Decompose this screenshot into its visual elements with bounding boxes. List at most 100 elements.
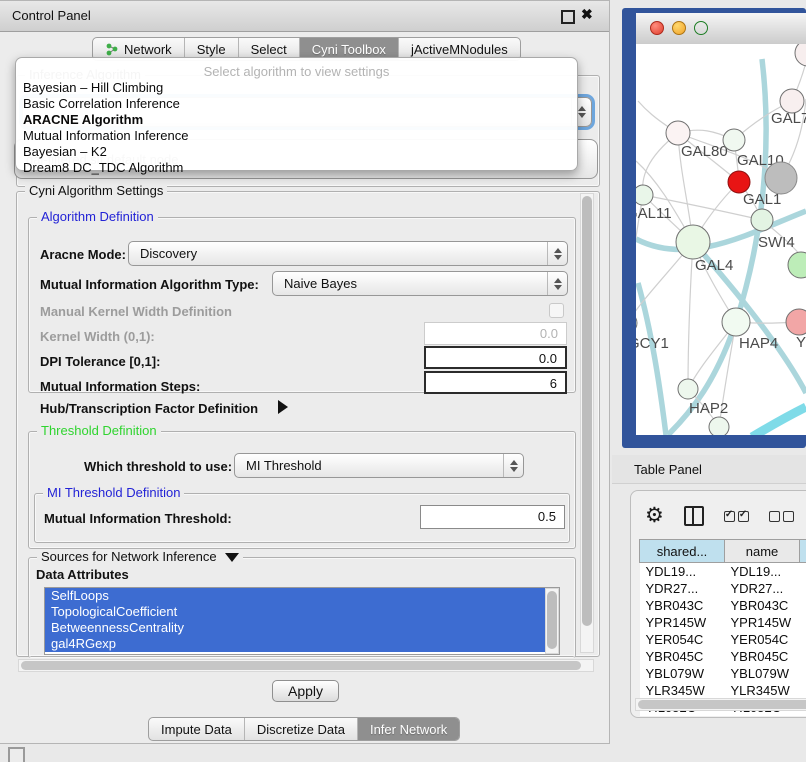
cyni-algorithm-settings-title: Cyni Algorithm Settings bbox=[25, 183, 167, 198]
mi-algorithm-type-combobox[interactable]: Naive Bayes bbox=[272, 271, 568, 296]
mi-steps-label: Mutual Information Steps: bbox=[40, 379, 200, 394]
settings-vertical-scrollbar[interactable] bbox=[580, 193, 594, 653]
table-cell: YBL079W bbox=[725, 665, 800, 682]
column-header-a[interactable]: A bbox=[800, 540, 806, 563]
data-attribute-item[interactable]: gal4RGexp bbox=[45, 636, 545, 652]
data-attribute-item[interactable]: SelfLoops bbox=[45, 588, 545, 604]
expand-right-icon[interactable] bbox=[278, 400, 288, 414]
algorithm-option[interactable]: Basic Correlation Inference bbox=[16, 96, 577, 112]
table-cell: YBR045C bbox=[725, 648, 800, 665]
panel-grip-icon[interactable] bbox=[8, 747, 25, 762]
mi-threshold-field[interactable]: 0.5 bbox=[420, 505, 565, 529]
data-attributes-label: Data Attributes bbox=[36, 567, 129, 582]
which-threshold-combobox[interactable]: MI Threshold bbox=[234, 453, 524, 478]
network-window-titlebar[interactable] bbox=[636, 13, 806, 45]
aracne-mode-value: Discovery bbox=[140, 246, 197, 261]
table-row[interactable]: YDL19...YDL19...13 bbox=[640, 563, 806, 581]
which-threshold-value: MI Threshold bbox=[246, 458, 322, 473]
network-node-gal80[interactable] bbox=[666, 121, 690, 145]
zoom-traffic-light-icon[interactable] bbox=[694, 21, 708, 35]
algorithm-dropdown-list: Bayesian – Hill ClimbingBasic Correlatio… bbox=[16, 80, 577, 176]
table-row[interactable]: YBR045CYBR045C9. bbox=[640, 648, 806, 665]
close-icon[interactable]: ✖ bbox=[581, 6, 593, 23]
columns-icon[interactable] bbox=[684, 506, 704, 526]
column-header-shared[interactable]: shared... bbox=[640, 540, 725, 563]
table-cell: YDL19... bbox=[725, 563, 800, 581]
table-row[interactable]: YBL079WYBL079W bbox=[640, 665, 806, 682]
network-node-hap4[interactable] bbox=[722, 308, 750, 336]
table-row[interactable]: YLR345WYLR345W9. bbox=[640, 682, 806, 699]
tab-label: Network bbox=[124, 42, 172, 57]
network-node[interactable] bbox=[765, 162, 797, 194]
table-row[interactable]: YPR145WYPR145W9. bbox=[640, 614, 806, 631]
network-node-gcy1[interactable] bbox=[636, 313, 637, 333]
unselect-all-icon[interactable] bbox=[769, 511, 794, 522]
tab-label: Cyni Toolbox bbox=[312, 42, 386, 57]
network-node[interactable] bbox=[795, 44, 806, 66]
threshold-definition-title: Threshold Definition bbox=[37, 423, 161, 438]
collapse-down-icon[interactable] bbox=[225, 553, 239, 562]
node-label: HAP4 bbox=[739, 335, 778, 352]
network-edge bbox=[752, 407, 806, 435]
select-all-icon[interactable] bbox=[724, 511, 749, 522]
node-attribute-table: shared...nameA YDL19...YDL19...13YDR27..… bbox=[639, 539, 806, 716]
node-label: GAL80 bbox=[681, 143, 728, 160]
data-attribute-item[interactable]: BetweennessCentrality bbox=[45, 620, 545, 636]
algorithm-option[interactable]: Dream8 DC_TDC Algorithm bbox=[16, 160, 577, 176]
minimize-traffic-light-icon[interactable] bbox=[672, 21, 686, 35]
table-cell bbox=[800, 597, 806, 614]
manual-kernel-width-checkbox[interactable] bbox=[549, 303, 564, 318]
apply-button[interactable]: Apply bbox=[272, 680, 339, 702]
network-view-window: GAL7GAL80GAL10GAL11SWI4GAL4GCY1HAP4YHAP2… bbox=[622, 8, 806, 448]
table-horizontal-scrollbar[interactable] bbox=[635, 698, 806, 711]
network-node-y[interactable] bbox=[786, 309, 806, 335]
control-panel-window: Control Panel ✖ Network Style Select Cyni T… bbox=[0, 0, 610, 744]
table-cell: YDR27... bbox=[640, 580, 725, 597]
algorithm-option[interactable]: Bayesian – K2 bbox=[16, 144, 577, 160]
node-label: Y bbox=[796, 334, 806, 351]
network-node-gal10[interactable] bbox=[723, 129, 745, 151]
column-header-name[interactable]: name bbox=[725, 540, 800, 563]
data-attribute-item[interactable]: TopologicalCoefficient bbox=[45, 604, 545, 620]
algorithm-option[interactable]: ARACNE Algorithm bbox=[16, 112, 577, 128]
attributes-scrollbar[interactable] bbox=[545, 588, 559, 654]
sources-title-text: Sources for Network Inference bbox=[41, 549, 217, 564]
network-node-gal4[interactable] bbox=[676, 225, 710, 259]
tab-discretize-data[interactable]: Discretize Data bbox=[245, 718, 358, 740]
table-cell: YDL19... bbox=[640, 563, 725, 581]
control-panel-titlebar: Control Panel ✖ bbox=[0, 1, 609, 32]
tab-label: Style bbox=[197, 42, 226, 57]
network-node-gal11[interactable] bbox=[636, 185, 653, 205]
table-cell: 9. bbox=[800, 614, 806, 631]
table-cell: YER054C bbox=[725, 631, 800, 648]
dpi-tolerance-field[interactable]: 0.0 bbox=[424, 346, 567, 369]
network-node-hap2[interactable] bbox=[678, 379, 698, 399]
aracne-mode-combobox[interactable]: Discovery bbox=[128, 241, 568, 266]
settings-horizontal-scrollbar[interactable] bbox=[18, 659, 594, 672]
network-node-swi4[interactable] bbox=[751, 209, 773, 231]
network-node[interactable] bbox=[709, 417, 729, 435]
data-attributes-list[interactable]: SelfLoopsTopologicalCoefficientBetweenne… bbox=[44, 587, 560, 655]
algorithm-option[interactable]: Mutual Information Inference bbox=[16, 128, 577, 144]
tab-impute-data[interactable]: Impute Data bbox=[149, 718, 245, 740]
sources-group-title: Sources for Network Inference bbox=[37, 549, 243, 564]
network-canvas[interactable]: GAL7GAL80GAL10GAL11SWI4GAL4GCY1HAP4YHAP2… bbox=[636, 44, 806, 435]
kernel-width-field[interactable]: 0.0 bbox=[424, 322, 567, 345]
table-row[interactable]: YBR043CYBR043C bbox=[640, 597, 806, 614]
node-label: GAL11 bbox=[636, 205, 672, 222]
table-row[interactable]: YER054CYER054C8. bbox=[640, 631, 806, 648]
tab-label: Select bbox=[251, 42, 287, 57]
network-node[interactable] bbox=[728, 171, 750, 193]
tab-label: Infer Network bbox=[370, 722, 447, 737]
table-cell: YBR043C bbox=[725, 597, 800, 614]
algorithm-dropdown-popup: Select algorithm to view settings Bayesi… bbox=[15, 57, 578, 171]
algorithm-option[interactable]: Bayesian – Hill Climbing bbox=[16, 80, 577, 96]
table-row[interactable]: YDR27...YDR27...12 bbox=[640, 580, 806, 597]
tab-infer-network[interactable]: Infer Network bbox=[358, 718, 459, 740]
network-node[interactable] bbox=[788, 252, 806, 278]
mi-steps-field[interactable]: 6 bbox=[424, 371, 567, 394]
float-window-icon[interactable] bbox=[561, 10, 575, 24]
close-traffic-light-icon[interactable] bbox=[650, 21, 664, 35]
gear-icon[interactable]: ⚙ bbox=[645, 505, 664, 527]
aracne-mode-label: Aracne Mode: bbox=[40, 247, 126, 262]
